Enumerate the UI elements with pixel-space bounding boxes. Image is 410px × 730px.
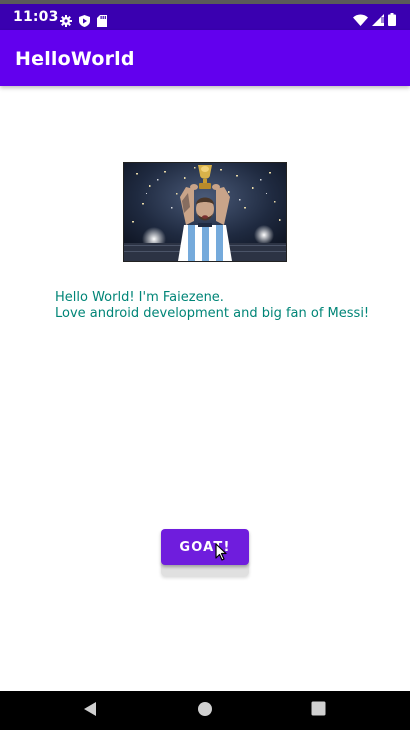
cellular-signal-icon bbox=[372, 11, 384, 30]
intro-line-2: Love android development and big fan of … bbox=[55, 306, 370, 321]
sd-card-icon bbox=[97, 12, 107, 31]
recents-button[interactable] bbox=[296, 691, 340, 730]
home-icon bbox=[197, 701, 213, 721]
status-time: 11:03 bbox=[13, 9, 59, 25]
app-title: HelloWorld bbox=[15, 48, 135, 70]
intro-text: Hello World! I'm Faiezene. Love android … bbox=[55, 290, 385, 322]
settings-gear-icon bbox=[60, 12, 72, 31]
goat-button[interactable]: GOAT! bbox=[161, 529, 249, 565]
system-nav-bar bbox=[0, 691, 410, 730]
recents-icon bbox=[311, 701, 326, 720]
mouse-cursor-icon bbox=[215, 543, 227, 565]
app-screen: 11:03 HelloWorld Hello World! I'm Faieze… bbox=[0, 0, 410, 730]
status-left-icons bbox=[60, 12, 107, 31]
status-bar: 11:03 bbox=[0, 4, 410, 30]
intro-line-1: Hello World! I'm Faiezene. bbox=[55, 290, 224, 305]
wifi-icon bbox=[353, 11, 368, 30]
battery-icon bbox=[388, 11, 396, 30]
shield-icon bbox=[79, 12, 90, 31]
home-button[interactable] bbox=[183, 691, 227, 730]
back-button[interactable] bbox=[68, 691, 112, 730]
app-bar: HelloWorld bbox=[0, 30, 410, 86]
hero-image bbox=[123, 162, 287, 262]
back-icon bbox=[83, 701, 97, 721]
status-right-icons bbox=[353, 11, 396, 30]
